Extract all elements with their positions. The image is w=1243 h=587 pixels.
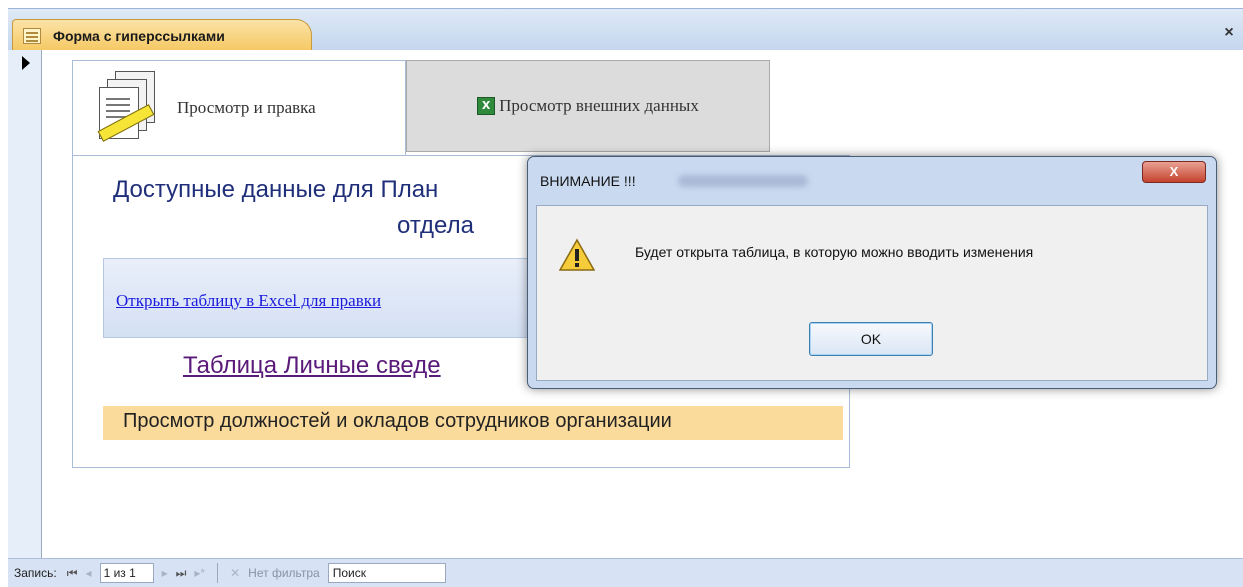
tab-view-edit-label: Просмотр и правка: [177, 98, 316, 117]
ok-button[interactable]: OK: [809, 322, 933, 356]
positions-button[interactable]: Просмотр должностей и окладов сотруднико…: [103, 406, 843, 440]
dialog-title: ВНИМАНИЕ !!!: [540, 173, 636, 189]
new-record-button[interactable]: ▸*: [194, 566, 205, 580]
previous-record-button[interactable]: ◂: [86, 566, 92, 580]
page-heading-line2: отдела: [397, 212, 474, 239]
dialog-message: Будет открыта таблица, в которую можно в…: [635, 244, 1034, 260]
last-record-button[interactable]: ⏭: [176, 566, 187, 581]
tab-view-edit[interactable]: Просмотр и правка: [72, 60, 406, 155]
next-record-button[interactable]: ▸: [162, 566, 168, 580]
dialog-body: Будет открыта таблица, в которую можно в…: [536, 205, 1208, 381]
record-label: Запись:: [14, 566, 57, 580]
document-tab-strip: Форма с гиперссылками ×: [8, 8, 1243, 51]
record-number-field[interactable]: 1 из 1: [99, 563, 154, 583]
tab-external-data[interactable]: X Просмотр внешних данных: [406, 60, 770, 152]
dialog-close-button[interactable]: X: [1142, 161, 1206, 183]
document-tab[interactable]: Форма с гиперссылками: [12, 19, 312, 51]
positions-label: Просмотр должностей и окладов сотруднико…: [123, 410, 672, 432]
warning-icon: [559, 238, 595, 271]
excel-icon: X: [477, 97, 496, 115]
record-selector-icon: [22, 56, 30, 70]
filter-status-button[interactable]: Нет фильтра: [248, 566, 320, 580]
search-input[interactable]: Поиск: [327, 563, 446, 583]
status-separator: [217, 563, 219, 583]
form-icon: [23, 27, 41, 44]
first-record-button[interactable]: ⏮: [67, 566, 78, 581]
document-tab-title: Форма с гиперссылками: [53, 27, 225, 44]
access-window: Форма с гиперссылками × Просмотр и правк…: [0, 0, 1243, 587]
close-icon[interactable]: ×: [1219, 23, 1239, 43]
record-selector[interactable]: [8, 50, 42, 558]
page-heading-line1: Доступные данные для План: [113, 176, 439, 203]
filter-icon: ✕: [230, 566, 241, 580]
personal-info-link[interactable]: Таблица Личные сведе: [183, 352, 441, 380]
record-navigation-bar: Запись: ⏮ ◂ 1 из 1 ▸ ⏭ ▸* ✕ Нет фильтра …: [8, 558, 1243, 587]
tab-external-data-label: Просмотр внешних данных: [499, 96, 699, 115]
open-excel-link[interactable]: Открыть таблицу в Excel для правки: [116, 291, 381, 311]
dialog-title-blur: [678, 175, 808, 187]
document-edit-icon: [97, 71, 161, 145]
warning-dialog: ВНИМАНИЕ !!! X Будет открыта таблица, в …: [527, 156, 1217, 389]
